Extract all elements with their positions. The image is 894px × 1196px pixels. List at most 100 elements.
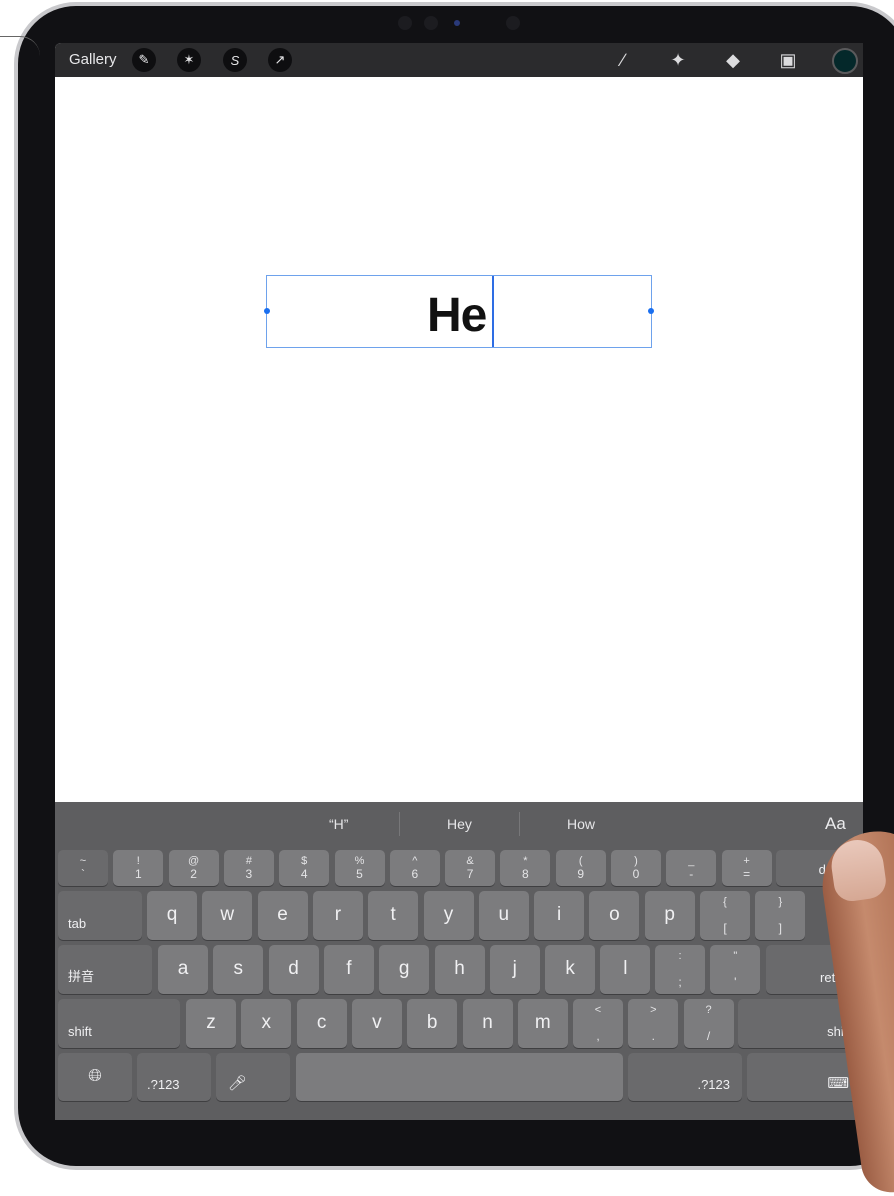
key-label: y — [443, 903, 454, 925]
number-key[interactable]: (9 — [555, 850, 606, 886]
keyboard-dismiss-icon: ⌨︎ — [827, 1075, 849, 1092]
smudge-icon[interactable]: ✦ — [666, 48, 690, 72]
left-resize-handle[interactable] — [264, 308, 270, 314]
eraser-icon[interactable]: ◆ — [721, 48, 745, 72]
symbol-key[interactable]: }] — [755, 891, 806, 940]
number-key[interactable]: & 7 — [445, 850, 496, 886]
gallery-button[interactable]: Gallery — [69, 51, 117, 68]
key-label: shift — [68, 1024, 92, 1039]
key-base-label: 5 — [356, 867, 363, 881]
tab-key[interactable]: tab — [58, 891, 142, 940]
number-key[interactable]: ! 1 — [113, 850, 164, 886]
letter-key-q[interactable]: q — [147, 891, 197, 940]
letter-key-j[interactable]: j — [489, 945, 540, 994]
globe-key[interactable]: 🌐︎ — [58, 1053, 132, 1101]
key-label: z — [206, 1011, 216, 1033]
text-box[interactable]: He — [264, 275, 654, 348]
number-key[interactable]: % 5 — [334, 850, 385, 886]
letter-key-k[interactable]: k — [545, 945, 596, 994]
letter-key-f[interactable]: f — [323, 945, 374, 994]
letter-key-s[interactable]: s — [213, 945, 264, 994]
key-label: p — [664, 903, 675, 925]
letter-key-u[interactable]: u — [478, 891, 529, 940]
key-label: s — [233, 957, 244, 979]
number-key[interactable]: ^ 6 — [389, 850, 440, 886]
suggestion-2[interactable]: Hey — [447, 816, 472, 832]
letter-key-m[interactable]: m — [517, 999, 568, 1048]
dictation-key[interactable]: 🎤︎ — [216, 1053, 290, 1101]
actions-wrench-icon[interactable]: ✎ — [132, 48, 156, 72]
letter-key-y[interactable]: y — [423, 891, 474, 940]
letter-key-d[interactable]: d — [268, 945, 319, 994]
color-picker[interactable] — [832, 48, 858, 74]
letter-key-c[interactable]: c — [296, 999, 347, 1048]
numbers-key-left[interactable]: .?123 — [137, 1053, 211, 1101]
transform-arrow-icon[interactable]: ↗ — [268, 48, 292, 72]
key-shift-label: ) — [634, 855, 638, 867]
symbol-key[interactable]: {[ — [700, 891, 750, 940]
letter-key-p[interactable]: p — [644, 891, 695, 940]
key-base-label: 7 — [466, 867, 474, 881]
letter-key-o[interactable]: o — [589, 891, 640, 940]
adjustments-wand-icon[interactable]: ✶ — [177, 48, 201, 72]
number-key[interactable]: _ - — [666, 850, 717, 886]
letter-key-a[interactable]: a — [158, 945, 208, 994]
app-screen: Gallery ✎ ✶ S ↗ ∕ ✦ ◆ ▣ He “H” Hey How A… — [55, 43, 863, 1120]
camera-array — [392, 12, 532, 34]
selection-icon[interactable]: S — [223, 48, 247, 72]
pinyin-key[interactable]: 拼音 — [58, 945, 152, 994]
key-label: x — [261, 1011, 272, 1033]
key-label: h — [454, 957, 465, 979]
letter-key-x[interactable]: x — [241, 999, 292, 1048]
numbers-key-right[interactable]: .?123 — [628, 1053, 742, 1101]
letter-key-i[interactable]: i — [534, 891, 585, 940]
key-shift-label: ^ — [412, 855, 418, 867]
symbol-key[interactable]: " ' — [710, 945, 761, 994]
letter-key-b[interactable]: b — [407, 999, 458, 1048]
space-bar[interactable] — [296, 1053, 623, 1101]
symbol-key[interactable]: <, — [573, 999, 623, 1048]
number-key[interactable]: * 8 — [500, 850, 551, 886]
brush-icon[interactable]: ∕ — [611, 48, 635, 72]
suggestion-divider — [519, 812, 520, 836]
key-base-label: 0 — [632, 867, 640, 881]
key-label: k — [565, 957, 575, 979]
text-format-button[interactable]: Aa — [825, 814, 846, 834]
number-key[interactable]: + = — [721, 850, 772, 886]
symbol-key[interactable]: :; — [655, 945, 705, 994]
number-key[interactable]: ~ ` — [58, 850, 108, 886]
text-cursor — [492, 276, 494, 347]
right-resize-handle[interactable] — [648, 308, 654, 314]
top-toolbar: Gallery ✎ ✶ S ↗ ∕ ✦ ◆ ▣ — [55, 43, 863, 77]
letter-key-h[interactable]: h — [434, 945, 485, 994]
number-key[interactable]: #3 — [223, 850, 274, 886]
letter-key-z[interactable]: z — [186, 999, 236, 1048]
hide-keyboard-key[interactable]: ⌨︎ — [747, 1053, 861, 1101]
letter-key-w[interactable]: w — [202, 891, 253, 940]
number-key[interactable]: $4 — [279, 850, 330, 886]
numbers-key-label: .?123 — [147, 1077, 180, 1092]
shift-key-left[interactable]: shift — [58, 999, 180, 1048]
letter-key-g[interactable]: g — [379, 945, 430, 994]
key-shift-label: + — [743, 855, 750, 867]
letter-key-e[interactable]: e — [257, 891, 308, 940]
letter-key-v[interactable]: v — [351, 999, 402, 1048]
suggestion-1[interactable]: “H” — [329, 816, 348, 832]
suggestion-3[interactable]: How — [567, 816, 595, 832]
letter-key-l[interactable]: l — [600, 945, 651, 994]
key-shift-label: $ — [301, 855, 308, 867]
letter-key-t[interactable]: t — [368, 891, 419, 940]
key-base-label: , — [596, 1029, 600, 1043]
letter-key-n[interactable]: n — [462, 999, 513, 1048]
key-label: v — [372, 1011, 382, 1033]
symbol-key[interactable]: ? / — [683, 999, 734, 1048]
key-base-label: ' — [734, 975, 737, 989]
letter-key-r[interactable]: r — [312, 891, 363, 940]
number-key[interactable]: ) 0 — [611, 850, 661, 886]
layers-icon[interactable]: ▣ — [776, 48, 800, 72]
key-label: o — [609, 903, 620, 925]
key-shift-label: ? — [705, 1004, 712, 1016]
number-key[interactable]: @2 — [168, 850, 219, 886]
symbol-key[interactable]: >. — [628, 999, 679, 1048]
key-base-label: 8 — [522, 867, 529, 881]
